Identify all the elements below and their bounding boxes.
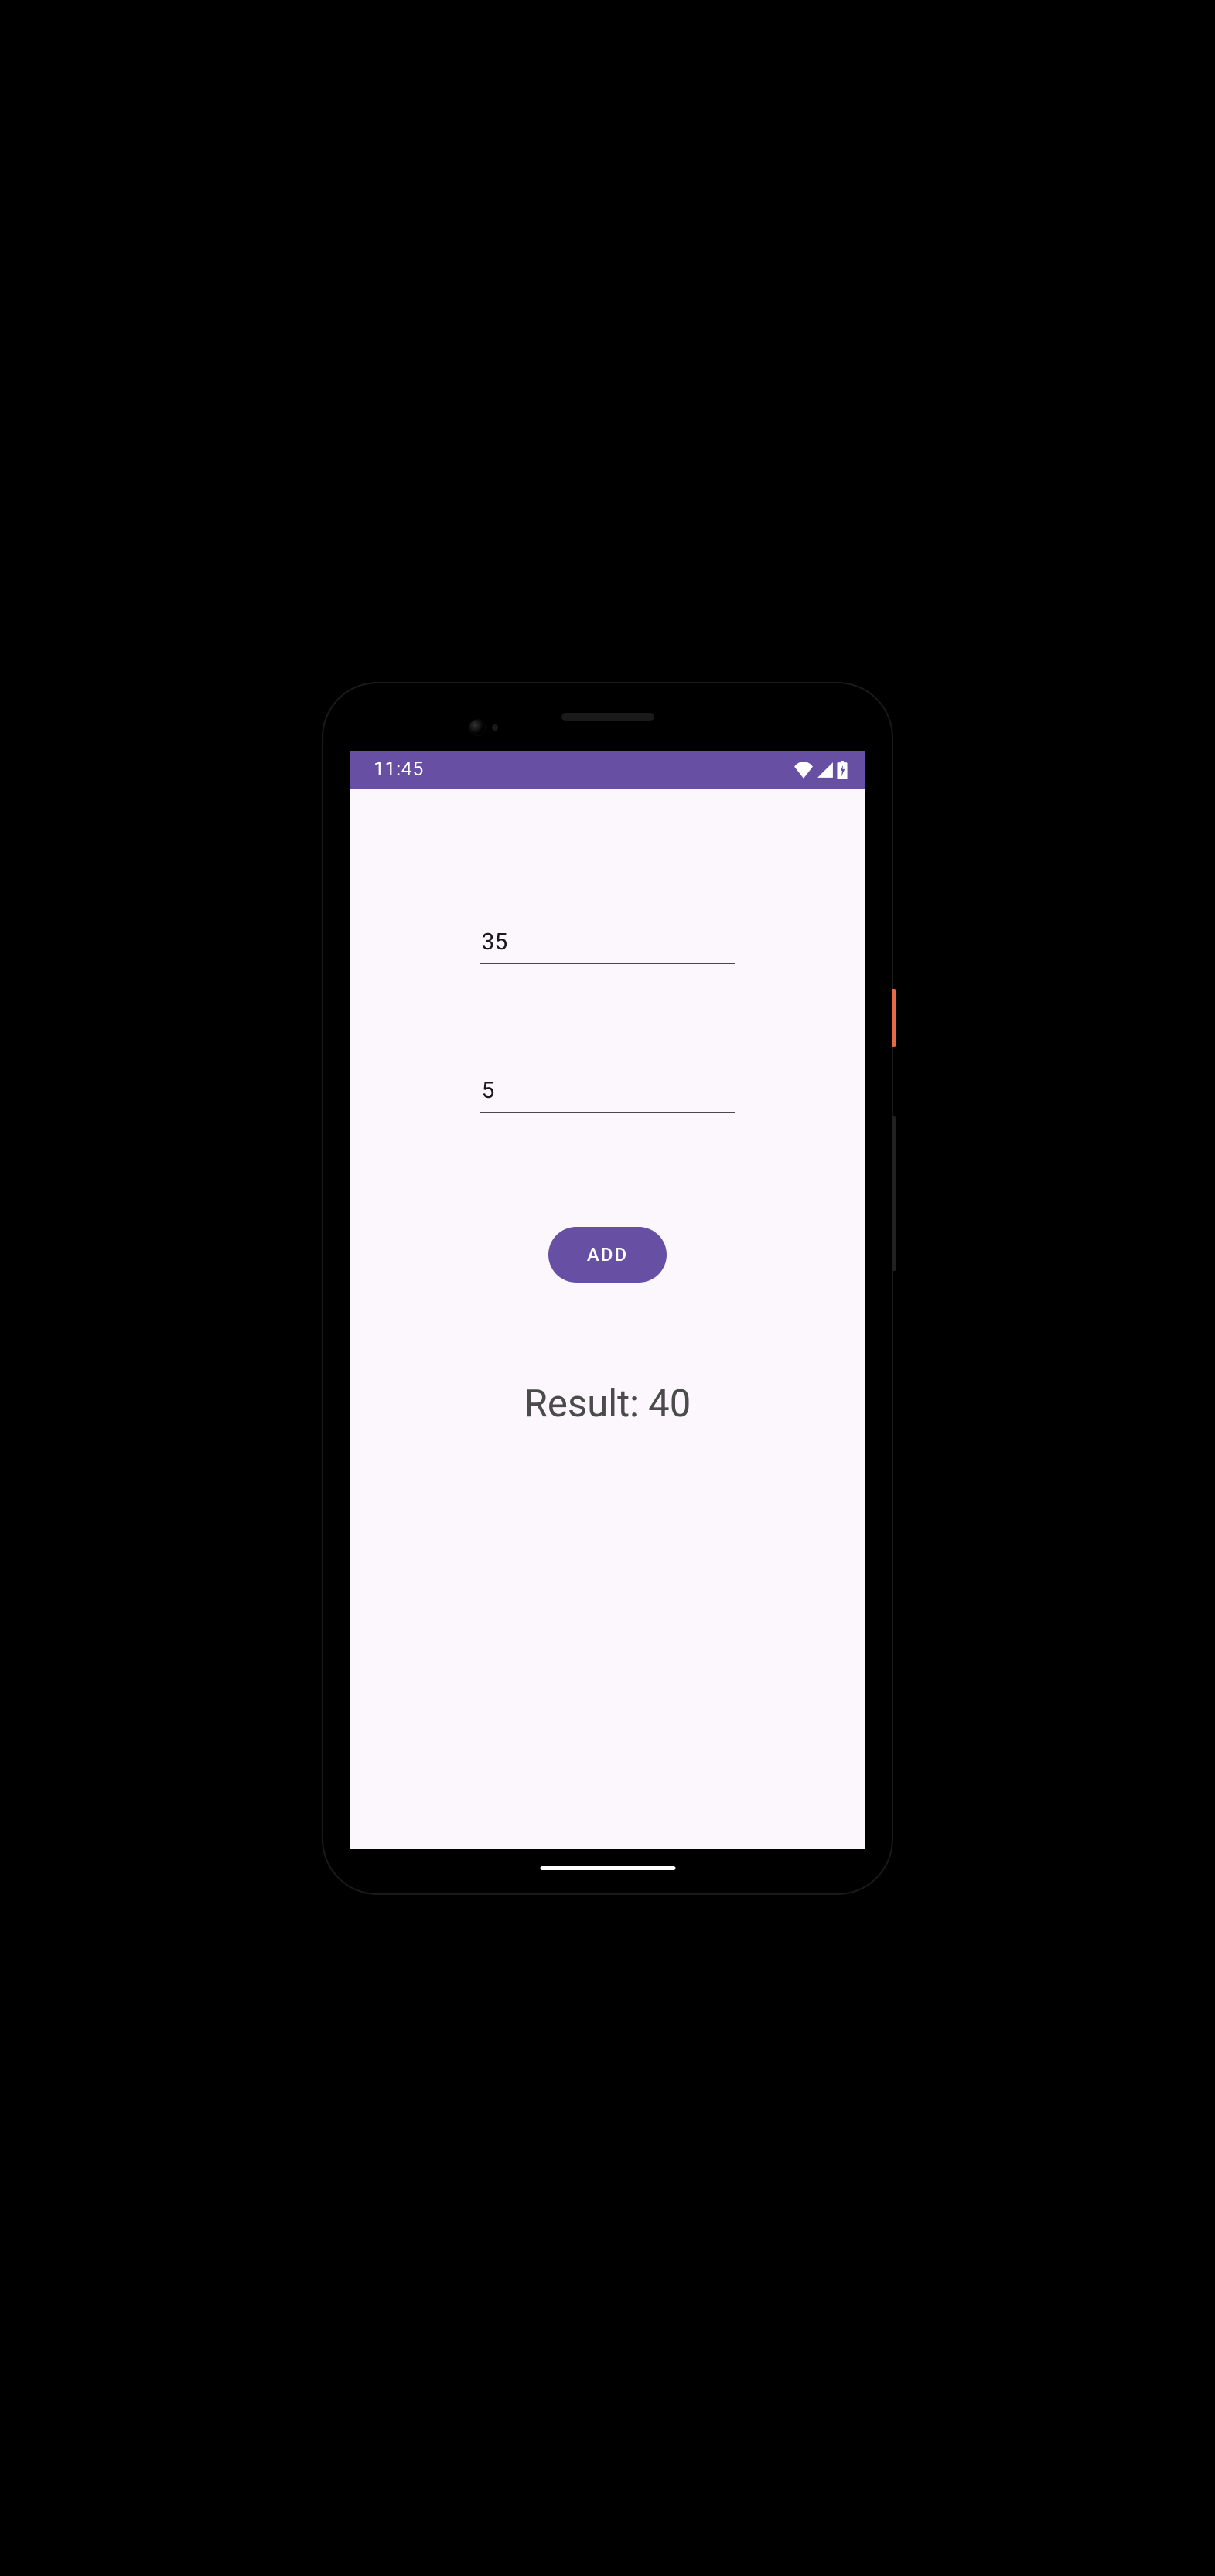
phone-notch bbox=[337, 713, 878, 721]
screen: 11:45 bbox=[350, 751, 865, 1849]
phone-inner: 11:45 bbox=[337, 697, 878, 1879]
status-time: 11:45 bbox=[374, 758, 424, 781]
volume-button bbox=[892, 1116, 896, 1271]
sensor bbox=[492, 724, 498, 731]
navigation-handle[interactable] bbox=[540, 1866, 675, 1870]
status-icons bbox=[794, 761, 848, 779]
wifi-icon bbox=[794, 762, 814, 779]
app-content: ADD Result: 40 bbox=[350, 789, 865, 1849]
first-number-input[interactable] bbox=[480, 924, 735, 964]
power-button bbox=[892, 989, 896, 1047]
speaker-grille bbox=[561, 713, 654, 721]
front-camera bbox=[469, 719, 486, 736]
second-number-input[interactable] bbox=[480, 1072, 735, 1113]
second-number-field bbox=[480, 1072, 735, 1113]
first-number-field bbox=[480, 924, 735, 964]
phone-frame: 11:45 bbox=[323, 683, 892, 1893]
add-button[interactable]: ADD bbox=[548, 1227, 667, 1283]
result-label: Result: 40 bbox=[524, 1382, 691, 1426]
cellular-icon bbox=[817, 762, 834, 779]
status-bar: 11:45 bbox=[350, 751, 865, 789]
battery-icon bbox=[837, 761, 848, 779]
